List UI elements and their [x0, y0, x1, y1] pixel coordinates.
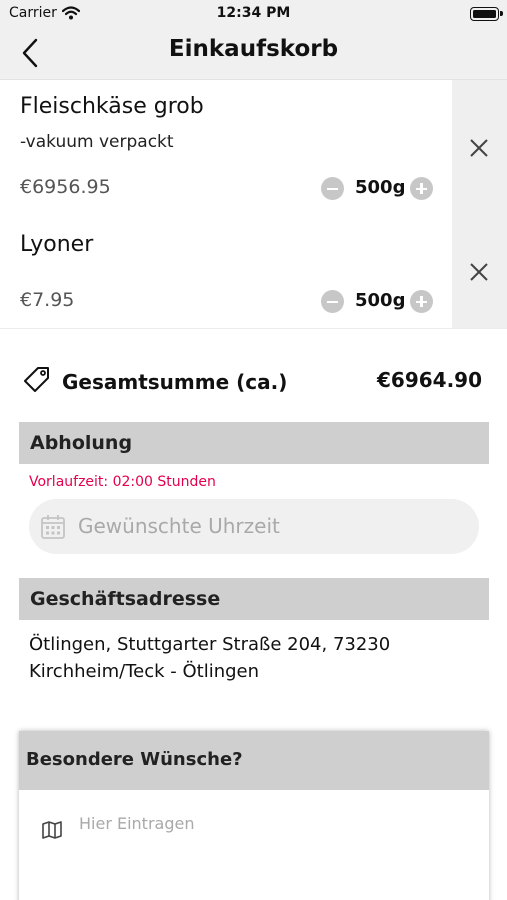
pickup-section-header: Abholung: [19, 422, 489, 464]
special-requests-card: Besondere Wünsche? Hier Eintragen: [19, 731, 489, 900]
decrease-quantity-button[interactable]: [321, 290, 344, 313]
address-section-title: Geschäftsadresse: [30, 588, 221, 610]
pickup-time-input[interactable]: Gewünschte Uhrzeit: [29, 499, 479, 554]
address-section-header: Geschäftsadresse: [19, 578, 489, 620]
total-label: Gesamtsumme (ca.): [62, 370, 288, 394]
address-line: Ötlingen, Stuttgarter Straße 204, 73230: [29, 634, 391, 655]
clock-label: 12:34 PM: [216, 5, 291, 21]
map-icon: [42, 821, 62, 839]
special-requests-input[interactable]: Hier Eintragen: [19, 790, 489, 900]
total-value: €6964.90: [376, 368, 482, 392]
close-icon: [470, 262, 488, 281]
store-address: Ötlingen, Stuttgarter Straße 204, 73230 …: [29, 631, 479, 685]
increase-quantity-button[interactable]: [410, 290, 433, 313]
item-quantity: 500g: [355, 290, 406, 311]
calendar-icon: [41, 515, 65, 539]
item-description: -vakuum verpackt: [20, 132, 174, 152]
cart-screen: Carrier 12:34 PM Einkaufskorb Fleischkäs…: [0, 0, 507, 900]
item-name: Fleischkäse grob: [20, 94, 204, 119]
navigation-bar: Einkaufskorb: [0, 28, 507, 80]
special-requests-placeholder: Hier Eintragen: [79, 814, 195, 833]
remove-item-button[interactable]: [452, 215, 507, 328]
address-line: Kirchheim/Teck - Ötlingen: [29, 661, 260, 682]
page-title: Einkaufskorb: [168, 36, 339, 62]
item-quantity: 500g: [355, 177, 406, 198]
battery-icon: [470, 7, 503, 21]
remove-item-button[interactable]: [452, 80, 507, 215]
cart-item: Fleischkäse grob -vakuum verpackt €6956.…: [0, 80, 507, 215]
cart-item: Lyoner €7.95 500g: [0, 215, 507, 329]
pickup-section-title: Abholung: [30, 432, 133, 454]
close-icon: [470, 138, 488, 157]
pickup-time-placeholder: Gewünschte Uhrzeit: [78, 514, 280, 538]
item-price: €7.95: [20, 289, 75, 311]
increase-quantity-button[interactable]: [410, 177, 433, 200]
price-tag-icon: [23, 365, 51, 397]
item-name: Lyoner: [20, 232, 94, 257]
special-requests-header: Besondere Wünsche?: [19, 731, 489, 790]
decrease-quantity-button[interactable]: [321, 177, 344, 200]
special-requests-title: Besondere Wünsche?: [26, 749, 243, 770]
item-price: €6956.95: [20, 176, 111, 198]
lead-time-notice: Vorlaufzeit: 02:00 Stunden: [29, 474, 216, 490]
status-bar: Carrier 12:34 PM: [0, 0, 507, 28]
